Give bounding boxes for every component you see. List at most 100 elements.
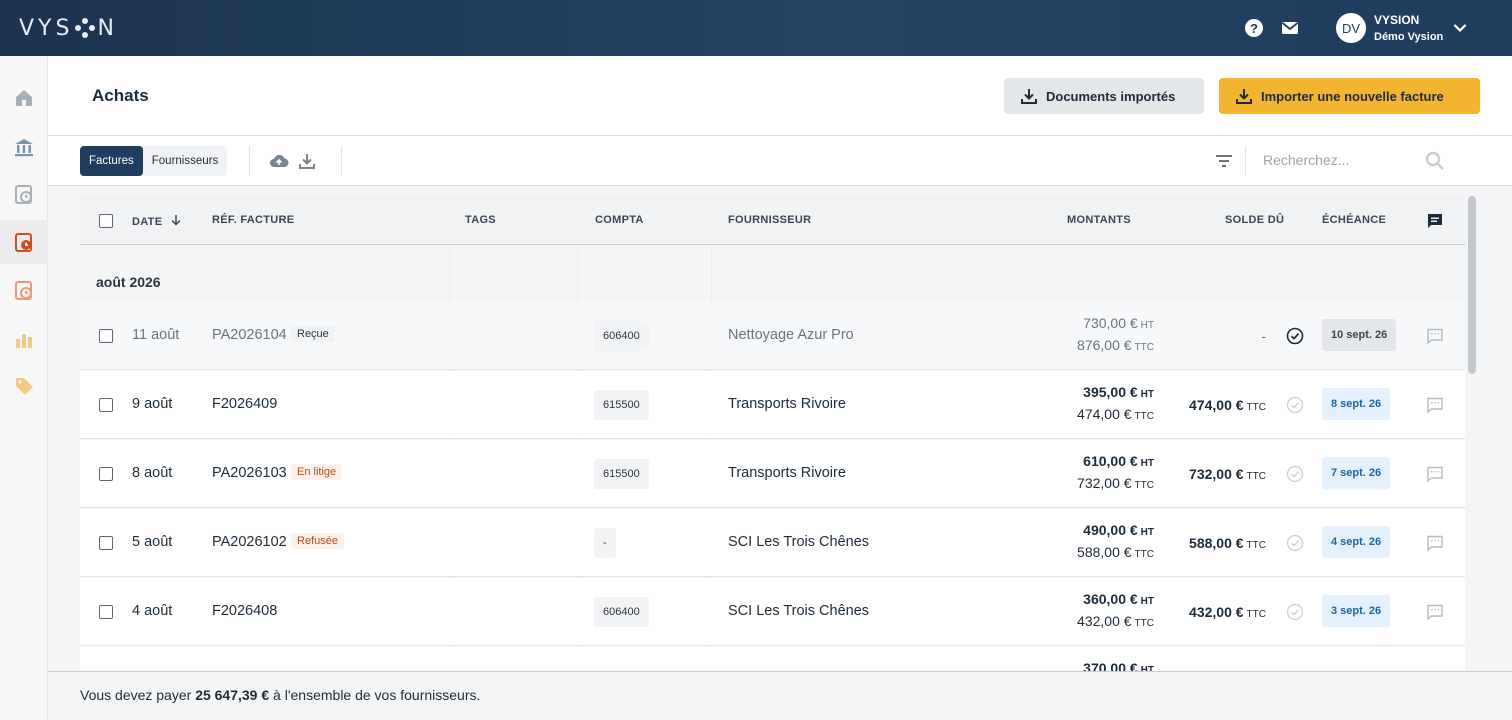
column-header-due[interactable]: ÉCHÉANCE — [1322, 214, 1386, 226]
supplier-name[interactable]: Transports Rivoire — [728, 396, 846, 412]
invoice-ref[interactable]: PA2026104 — [212, 327, 287, 343]
column-header-amounts[interactable]: MONTANTS — [1067, 214, 1131, 226]
unpaid-check-icon[interactable] — [1286, 534, 1304, 552]
column-header-tags[interactable]: TAGS — [465, 214, 496, 226]
paid-check-icon[interactable] — [1286, 327, 1304, 345]
invoice-ref[interactable]: F2026409 — [212, 396, 277, 412]
supplier-name[interactable]: Nettoyage Azur Pro — [728, 327, 854, 343]
scrollbar-thumb[interactable] — [1468, 196, 1476, 374]
column-header-date[interactable]: DATE — [132, 214, 182, 228]
avatar[interactable]: DV — [1336, 13, 1366, 43]
sidebar-item-sales[interactable] — [0, 172, 48, 216]
user-name[interactable]: VYSION — [1374, 13, 1419, 27]
filter-icon[interactable] — [1214, 151, 1234, 171]
summary-suffix: à l'ensemble de vos fournisseurs. — [273, 687, 481, 703]
table-header: DATE RÉF. FACTURE TAGS COMPTA FOURNISSEU… — [80, 196, 1465, 245]
row-checkbox[interactable] — [99, 467, 113, 481]
column-header-supplier[interactable]: FOURNISSEUR — [728, 214, 811, 226]
sidebar-item-home[interactable] — [0, 76, 48, 120]
unit-ttc: TTC — [1134, 411, 1154, 422]
table-row[interactable]: 370,00 € HT — [80, 647, 1465, 672]
imported-documents-button[interactable]: Documents importés — [1004, 78, 1204, 114]
invoice-ref[interactable]: PA2026102 — [212, 534, 287, 550]
sidebar-item-reports[interactable] — [0, 317, 48, 361]
table-row[interactable]: 5 août PA2026102 Refusée - SCI Les Trois… — [80, 509, 1465, 577]
comment-icon[interactable] — [1426, 465, 1444, 483]
search-icon[interactable] — [1425, 151, 1445, 171]
balance-value: 588,00 € — [1189, 535, 1244, 551]
divider — [341, 146, 342, 176]
status-badge: Reçue — [291, 326, 335, 342]
compta-badge[interactable]: 606400 — [594, 597, 649, 627]
compta-badge[interactable]: 606400 — [594, 321, 649, 351]
amount-ttc-value: 432,00 € — [1077, 613, 1132, 629]
sidebar-item-bank[interactable] — [0, 125, 48, 169]
unit-ttc: TTC — [1246, 540, 1266, 551]
user-organization[interactable]: Démo Vysion — [1374, 31, 1443, 43]
row-checkbox[interactable] — [99, 536, 113, 550]
compta-badge[interactable]: 615500 — [594, 390, 649, 420]
scrollbar[interactable] — [1466, 196, 1478, 672]
balance-due: 732,00 € TTC — [1189, 466, 1266, 482]
supplier-name[interactable]: SCI Les Trois Chênes — [728, 603, 869, 619]
table-row[interactable]: 9 août F2026409 615500 Transports Rivoir… — [80, 371, 1465, 439]
invoice-ref[interactable]: F2026408 — [212, 603, 277, 619]
due-date-badge: 3 sept. 26 — [1322, 595, 1391, 627]
supplier-name[interactable]: SCI Les Trois Chênes — [728, 534, 869, 550]
amount-ttc-value: 588,00 € — [1077, 544, 1132, 560]
compta-badge[interactable]: 615500 — [594, 459, 649, 489]
select-all-checkbox[interactable] — [99, 214, 113, 228]
import-invoice-label: Importer une nouvelle facture — [1261, 88, 1444, 104]
logo-dots — [75, 18, 96, 38]
column-header-compta[interactable]: COMPTA — [595, 214, 644, 226]
cloud-upload-icon[interactable] — [269, 151, 289, 171]
unpaid-check-icon[interactable] — [1286, 396, 1304, 414]
tab-suppliers[interactable]: Fournisseurs — [143, 146, 227, 176]
sidebar-item-tags[interactable] — [0, 364, 48, 408]
table-row[interactable]: 8 août PA2026103 En litige 615500 Transp… — [80, 440, 1465, 508]
comments-icon[interactable] — [1426, 212, 1444, 230]
sidebar-item-purchases[interactable] — [0, 220, 48, 264]
column-header-balance[interactable]: SOLDE DÛ — [1225, 214, 1284, 226]
unpaid-check-icon[interactable] — [1286, 603, 1304, 621]
download-icon[interactable] — [297, 151, 317, 171]
import-invoice-button[interactable]: Importer une nouvelle facture — [1219, 78, 1480, 114]
expenses-icon — [15, 281, 32, 300]
help-icon[interactable]: ? — [1245, 19, 1263, 37]
invoice-ref[interactable]: PA2026103 — [212, 465, 287, 481]
invoice-date: 11 août — [132, 327, 180, 343]
top-bar: VYS N ? DV VYSION Démo Vysion — [0, 0, 1512, 56]
divider — [1245, 146, 1246, 176]
mail-icon[interactable] — [1281, 19, 1299, 37]
sidebar — [0, 56, 48, 720]
download-icon — [1236, 89, 1252, 104]
arrow-down-icon — [171, 215, 181, 226]
amount-ttc: 432,00 € TTC — [1077, 613, 1154, 629]
row-checkbox[interactable] — [99, 329, 113, 343]
comment-icon[interactable] — [1426, 603, 1444, 621]
column-header-ref[interactable]: RÉF. FACTURE — [212, 214, 294, 226]
chevron-down-icon[interactable] — [1452, 20, 1468, 36]
unpaid-check-icon[interactable] — [1286, 465, 1304, 483]
summary-amount: 25 647,39 € — [195, 687, 270, 703]
invoice-date: 8 août — [132, 465, 173, 481]
month-group-header: août 2026 — [96, 274, 161, 290]
imported-documents-label: Documents importés — [1046, 88, 1176, 104]
row-checkbox[interactable] — [99, 605, 113, 619]
logo-text-right: N — [97, 15, 118, 41]
unit-ttc: TTC — [1134, 618, 1154, 629]
table-row[interactable]: 11 août PA2026104 Reçue 606400 Nettoyage… — [80, 302, 1465, 370]
table-row[interactable]: 4 août F2026408 606400 SCI Les Trois Chê… — [80, 578, 1465, 646]
comment-icon[interactable] — [1426, 327, 1444, 345]
due-date-badge: 10 sept. 26 — [1322, 319, 1397, 351]
tab-invoices[interactable]: Factures — [80, 146, 143, 176]
comment-icon[interactable] — [1426, 534, 1444, 552]
search-input[interactable]: Recherchez... — [1263, 152, 1349, 168]
sidebar-item-expenses[interactable] — [0, 268, 48, 312]
supplier-name[interactable]: Transports Rivoire — [728, 465, 846, 481]
amount-ht-value: 490,00 € — [1083, 522, 1138, 538]
vysion-logo[interactable]: VYS N — [19, 15, 118, 41]
compta-badge[interactable]: - — [594, 528, 616, 558]
comment-icon[interactable] — [1426, 396, 1444, 414]
row-checkbox[interactable] — [99, 398, 113, 412]
